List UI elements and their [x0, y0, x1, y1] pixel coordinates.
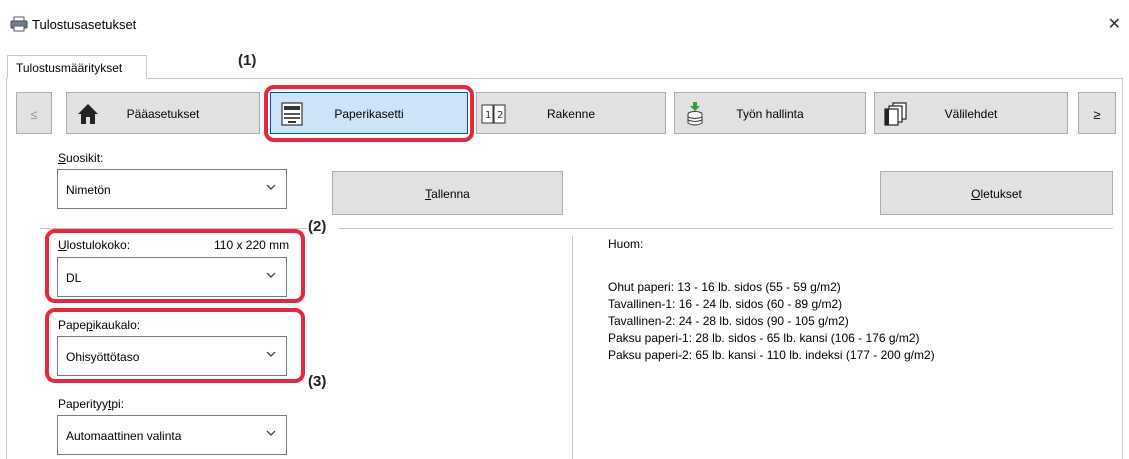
window-title: Tulostusasetukset — [32, 17, 137, 32]
paper-type-label: Paperityytpi: — [58, 397, 125, 411]
annotation-label-3: (3) — [308, 373, 327, 390]
nav-button-label: Rakenne — [546, 107, 596, 121]
annotation-label-1: (1) — [238, 52, 257, 69]
nav-button-label: Pääasetukset — [126, 107, 200, 121]
nav-button-job-handling[interactable]: Työn hallinta — [674, 92, 866, 134]
note-line: Ohut paperi: 13 - 16 lb. sidos (55 - 59 … — [608, 280, 841, 294]
note-line: Paksu paperi-1: 28 lb. sidos - 65 lb. ka… — [608, 331, 920, 345]
tab-print-settings[interactable]: Tulostusmääritykset — [7, 55, 147, 79]
nav-prev-button[interactable]: ≤ — [16, 92, 52, 134]
annotation-label-2: (2) — [308, 218, 327, 235]
notes-title: Huom: — [608, 237, 644, 251]
save-button[interactable]: Tallenna — [332, 171, 563, 215]
favorites-select[interactable]: Nimetön — [57, 169, 287, 209]
title-bar: Tulostusasetukset ✕ — [0, 0, 1129, 40]
nav-button-layout[interactable]: 1 2 Rakenne — [476, 92, 666, 134]
nav-button-label: Työn hallinta — [736, 107, 804, 121]
favorites-label: Suosikit: — [58, 151, 104, 165]
note-line: Paksu paperi-2: 65 lb. kansi - 110 lb. i… — [608, 348, 935, 362]
nav-button-label: Välilehdet — [944, 107, 998, 121]
section-divider — [338, 228, 1113, 229]
note-line: Tavallinen-2: 24 - 28 lb. sidos (90 - 10… — [608, 314, 849, 328]
annotation-box-2 — [45, 229, 305, 303]
column-divider — [572, 236, 573, 459]
annotation-box-3 — [45, 308, 305, 383]
note-line: Tavallinen-1: 16 - 24 lb. sidos (60 - 89… — [608, 297, 843, 311]
nav-button-tab-pages[interactable]: Välilehdet — [874, 92, 1068, 134]
nav-button-main-settings[interactable]: Pääasetukset — [66, 92, 260, 134]
chevron-down-icon — [266, 430, 276, 436]
close-icon[interactable]: ✕ — [1108, 14, 1121, 34]
annotation-box-1 — [264, 85, 474, 142]
favorites-value: Nimetön — [66, 183, 111, 197]
paper-type-select[interactable]: Automaattinen valinta — [57, 415, 287, 455]
printer-icon — [10, 16, 28, 32]
chevron-down-icon — [266, 184, 276, 190]
defaults-button[interactable]: Oletukset — [880, 171, 1113, 215]
nav-next-button[interactable]: ≥ — [1078, 92, 1116, 134]
paper-type-value: Automaattinen valinta — [66, 429, 182, 443]
